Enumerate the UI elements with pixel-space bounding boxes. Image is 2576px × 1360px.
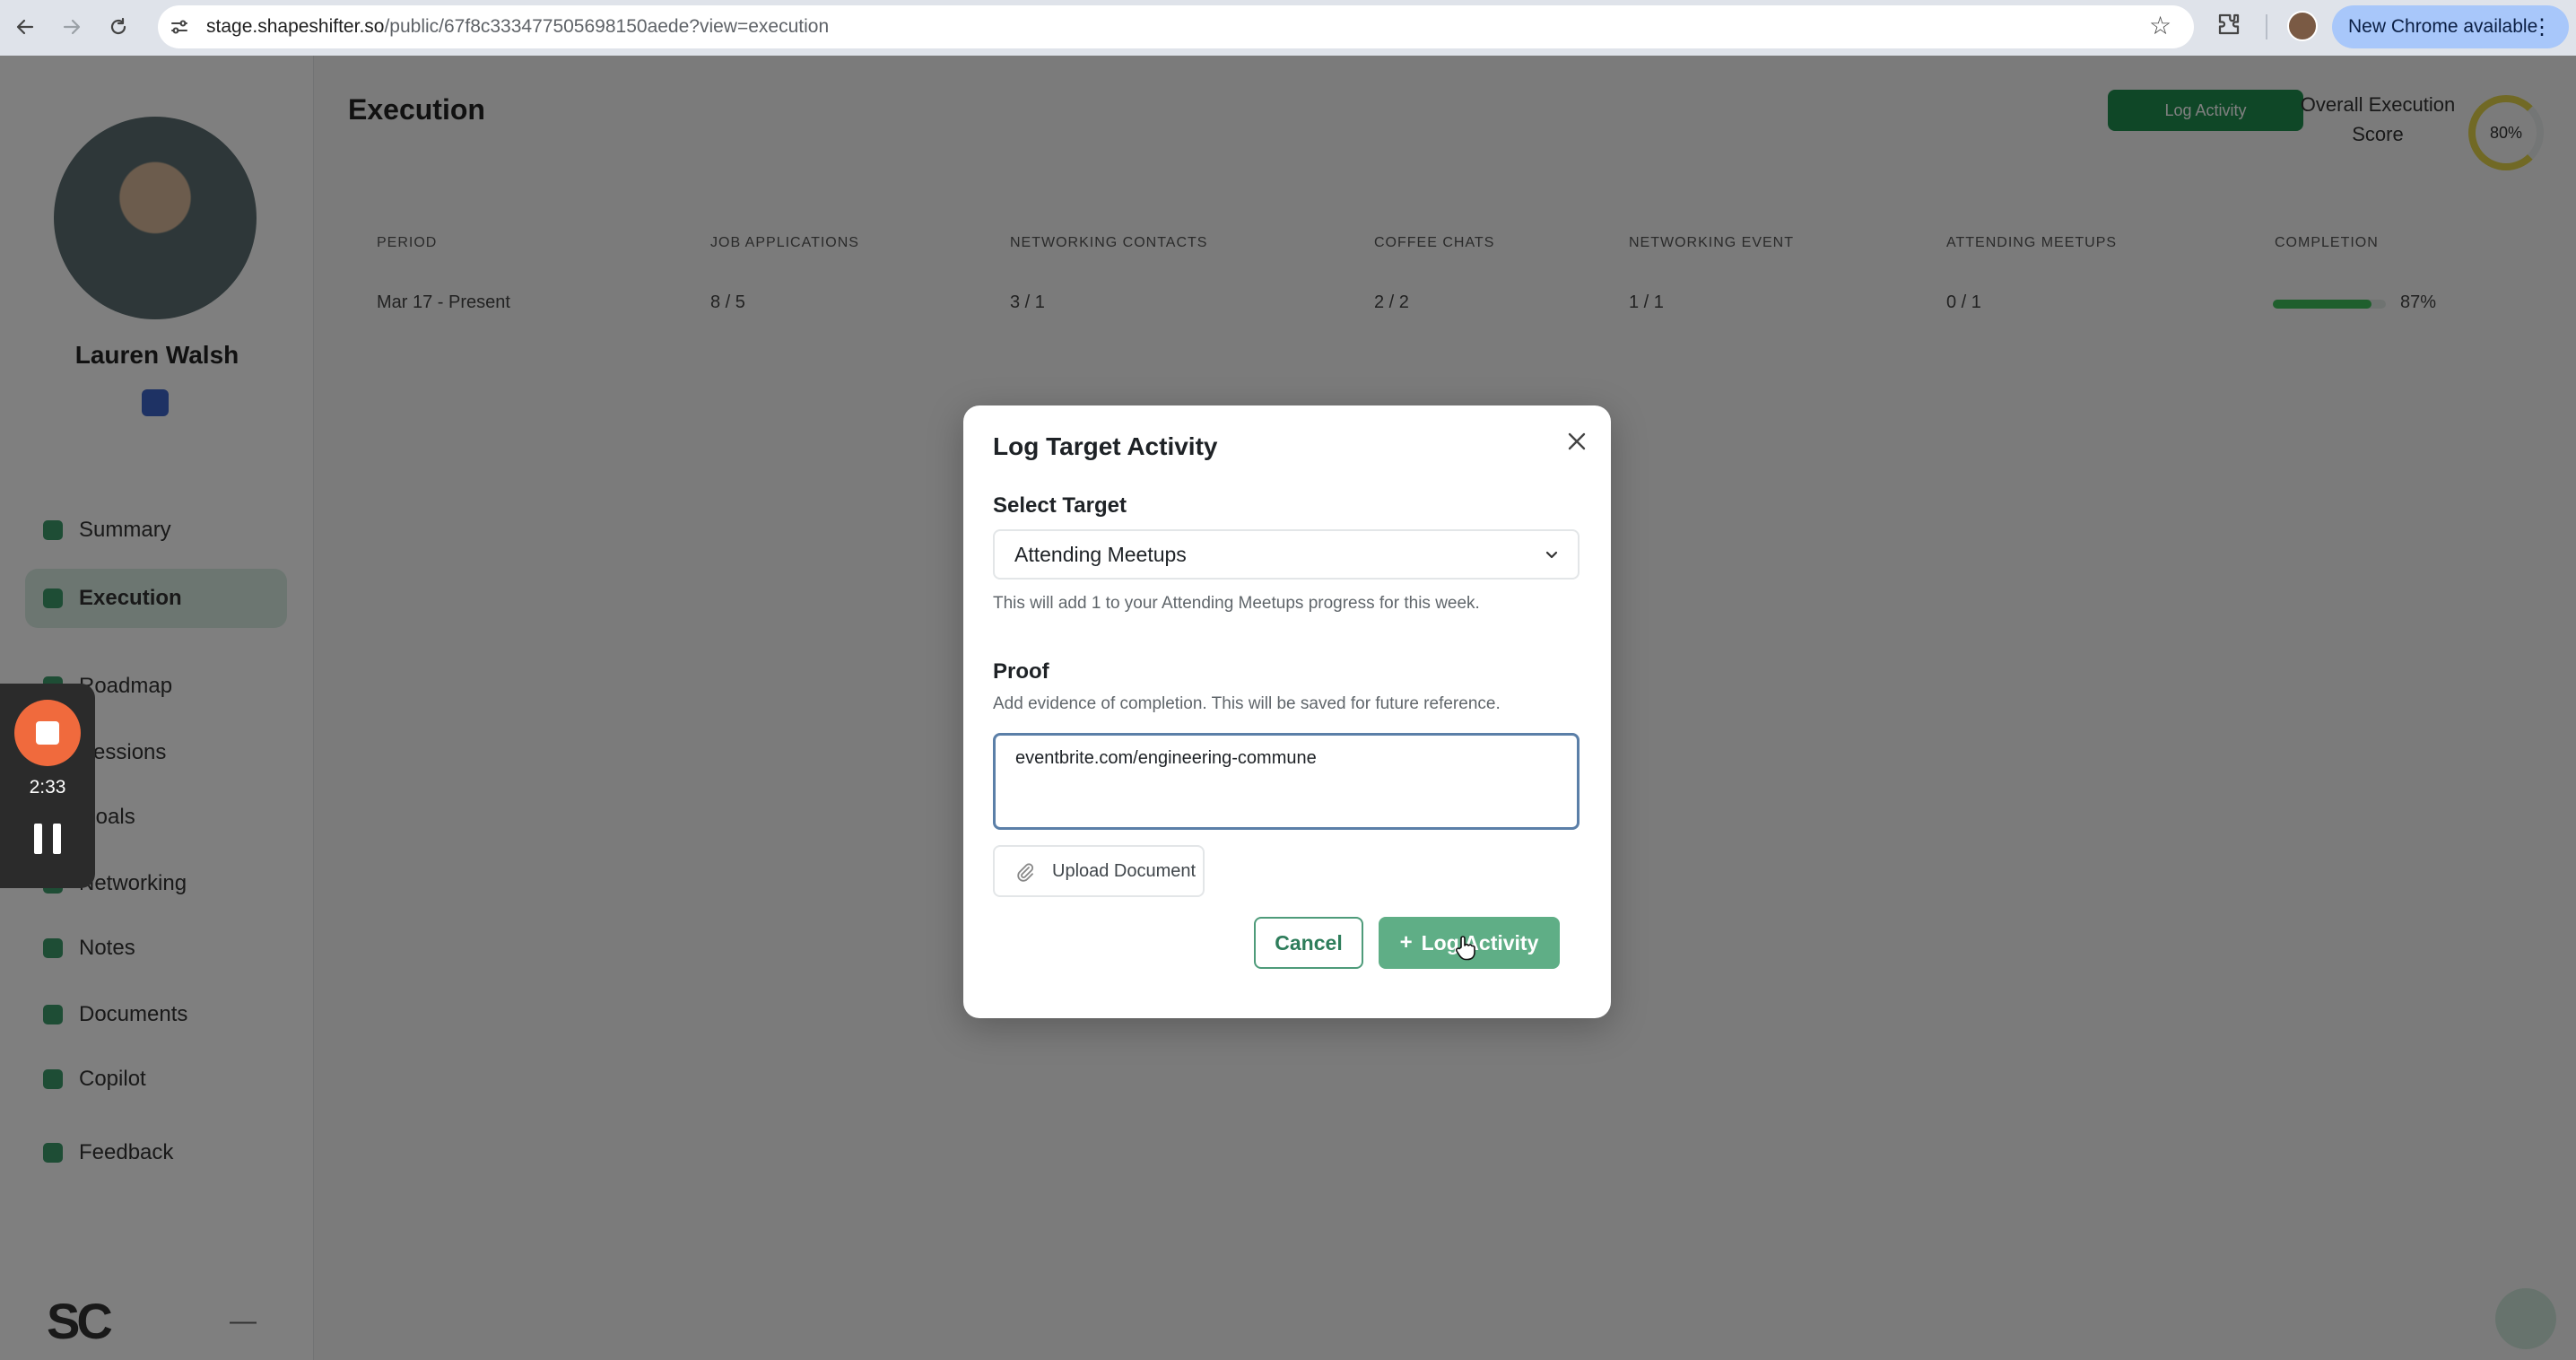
target-select[interactable]: Attending Meetups xyxy=(993,529,1580,580)
log-target-activity-dialog: Log Target Activity Select Target Attend… xyxy=(963,405,1611,1018)
plus-icon: + xyxy=(1399,930,1413,955)
close-icon xyxy=(1568,432,1586,450)
selected-target-value: Attending Meetups xyxy=(1014,542,1187,566)
close-dialog-button[interactable] xyxy=(1559,423,1595,459)
upload-document-button[interactable]: Upload Document xyxy=(993,845,1205,897)
pause-recording-button[interactable] xyxy=(34,824,61,854)
proof-input[interactable]: eventbrite.com/engineering-commune xyxy=(993,733,1580,830)
chrome-update-label: New Chrome available xyxy=(2348,16,2538,37)
url-path: /public/67f8c333477505698150aede?view=ex… xyxy=(384,16,830,37)
address-bar[interactable]: stage.shapeshifter.so/public/67f8c333477… xyxy=(158,5,2194,48)
select-target-label: Select Target xyxy=(993,493,1127,518)
pause-icon xyxy=(53,824,61,854)
recording-time: 2:33 xyxy=(29,777,66,798)
upload-document-label: Upload Document xyxy=(1052,860,1197,881)
more-options-icon[interactable]: ⋮ xyxy=(2531,14,2553,40)
forward-icon[interactable] xyxy=(56,11,88,43)
reload-icon[interactable] xyxy=(102,11,135,43)
target-help-text: This will add 1 to your Attending Meetup… xyxy=(993,594,1480,613)
paperclip-icon xyxy=(1017,863,1034,882)
profile-avatar[interactable] xyxy=(2287,11,2318,41)
extensions-icon[interactable] xyxy=(2215,11,2242,42)
proof-label: Proof xyxy=(993,659,1049,684)
pointer-hand-icon xyxy=(1455,936,1475,961)
dialog-title: Log Target Activity xyxy=(993,432,1218,460)
url-host: stage.shapeshifter.so xyxy=(206,16,385,37)
site-settings-icon[interactable] xyxy=(167,14,192,39)
screen-recorder-widget: 2:33 xyxy=(0,684,95,888)
chevron-down-icon xyxy=(1545,551,1558,559)
pause-icon xyxy=(34,824,42,854)
chrome-update-button[interactable]: New Chrome available ⋮ xyxy=(2332,5,2569,48)
log-activity-label: Log Activity xyxy=(1421,930,1539,955)
back-icon[interactable] xyxy=(9,11,41,43)
cancel-button[interactable]: Cancel xyxy=(1254,917,1363,969)
bookmark-star-icon[interactable]: ☆ xyxy=(2149,11,2171,40)
stop-recording-button[interactable] xyxy=(14,700,81,766)
toolbar-divider xyxy=(2266,14,2267,39)
proof-help-text: Add evidence of completion. This will be… xyxy=(993,694,1501,713)
browser-toolbar: stage.shapeshifter.so/public/67f8c333477… xyxy=(0,0,2576,56)
stop-icon xyxy=(36,721,59,745)
